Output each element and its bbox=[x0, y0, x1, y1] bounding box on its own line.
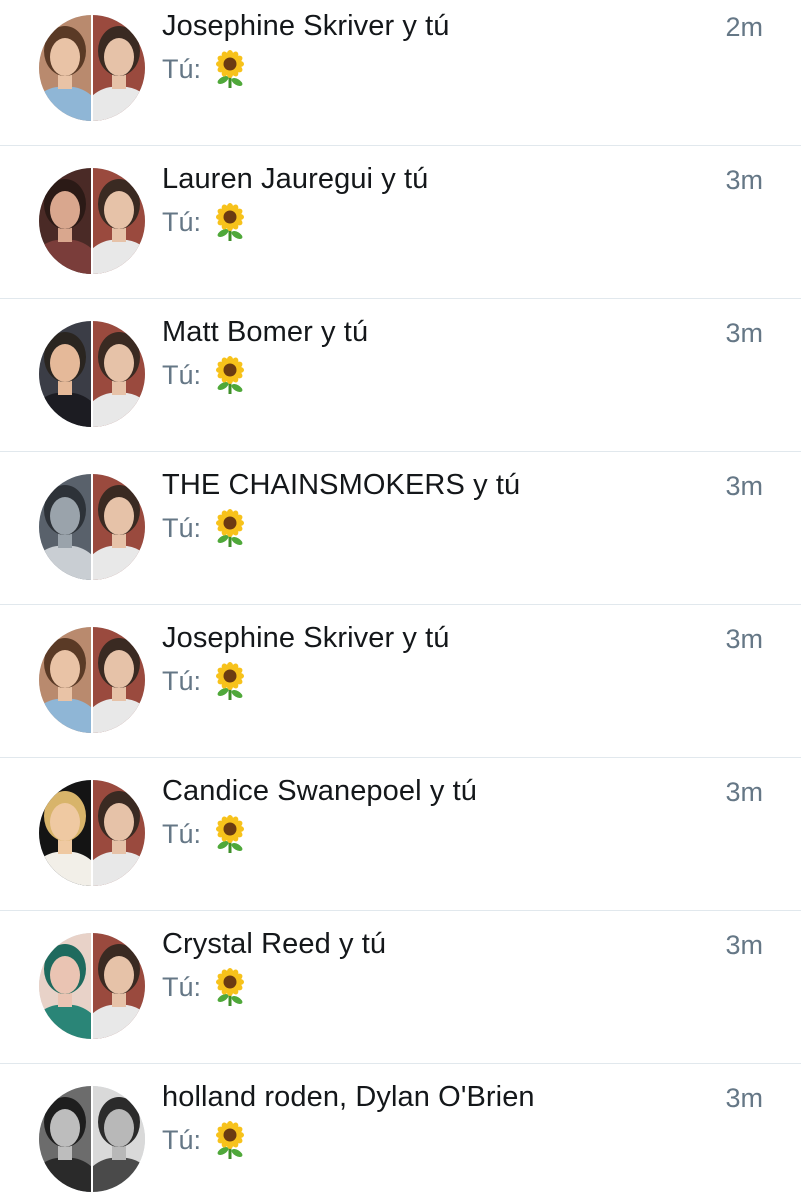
sunflower-icon bbox=[213, 968, 247, 1006]
conversation-title: Candice Swanepoel y tú bbox=[162, 775, 477, 807]
message-sender: Tú: bbox=[162, 359, 202, 390]
message-sender: Tú: bbox=[162, 53, 202, 84]
conversation-title: Matt Bomer y tú bbox=[162, 316, 369, 348]
conversation-title: Josephine Skriver y tú bbox=[162, 622, 450, 654]
message-preview: Tú: bbox=[162, 662, 247, 700]
conversation-title: THE CHAINSMOKERS y tú bbox=[162, 469, 521, 501]
avatar-divider bbox=[91, 933, 93, 1039]
own-avatar bbox=[93, 168, 145, 274]
sunflower-icon bbox=[213, 1121, 247, 1159]
own-avatar bbox=[93, 933, 145, 1039]
participant-avatar bbox=[39, 933, 91, 1039]
conversation-list: Josephine Skriver y tú 2m Tú: Lauren Jaureg… bbox=[0, 0, 801, 1200]
message-sender: Tú: bbox=[162, 206, 202, 237]
avatar-divider bbox=[91, 321, 93, 427]
timestamp: 3m bbox=[725, 318, 763, 348]
sunflower-icon bbox=[213, 50, 247, 88]
participant-avatar bbox=[39, 474, 91, 580]
participant-avatar bbox=[39, 321, 91, 427]
participant-avatar bbox=[39, 627, 91, 733]
message-preview: Tú: bbox=[162, 815, 247, 853]
group-avatar[interactable] bbox=[39, 933, 145, 1039]
conversation-row[interactable]: THE CHAINSMOKERS y tú 3m Tú: bbox=[0, 452, 801, 605]
group-avatar[interactable] bbox=[39, 321, 145, 427]
group-avatar[interactable] bbox=[39, 627, 145, 733]
own-avatar bbox=[93, 321, 145, 427]
conversation-row[interactable]: Josephine Skriver y tú 2m Tú: bbox=[0, 0, 801, 146]
avatar-divider bbox=[91, 15, 93, 121]
conversation-title: Josephine Skriver y tú bbox=[162, 10, 450, 42]
conversation-row[interactable]: Matt Bomer y tú 3m Tú: bbox=[0, 299, 801, 452]
avatar-divider bbox=[91, 474, 93, 580]
avatar-divider bbox=[91, 780, 93, 886]
conversation-row[interactable]: Josephine Skriver y tú 3m Tú: bbox=[0, 605, 801, 758]
conversation-row[interactable]: Crystal Reed y tú 3m Tú: bbox=[0, 911, 801, 1064]
conversation-title: Crystal Reed y tú bbox=[162, 928, 387, 960]
own-avatar bbox=[93, 474, 145, 580]
sunflower-icon bbox=[213, 356, 247, 394]
conversation-row[interactable]: holland roden, Dylan O'Brien 3m Tú: bbox=[0, 1064, 801, 1200]
sunflower-icon bbox=[213, 662, 247, 700]
sunflower-icon bbox=[213, 815, 247, 853]
group-avatar[interactable] bbox=[39, 474, 145, 580]
message-sender: Tú: bbox=[162, 1124, 202, 1155]
avatar-divider bbox=[91, 627, 93, 733]
timestamp: 3m bbox=[725, 1083, 763, 1113]
timestamp: 3m bbox=[725, 624, 763, 654]
message-preview: Tú: bbox=[162, 356, 247, 394]
own-avatar bbox=[93, 780, 145, 886]
timestamp: 3m bbox=[725, 165, 763, 195]
own-avatar bbox=[93, 627, 145, 733]
message-preview: Tú: bbox=[162, 968, 247, 1006]
message-preview: Tú: bbox=[162, 1121, 247, 1159]
timestamp: 3m bbox=[725, 777, 763, 807]
message-sender: Tú: bbox=[162, 665, 202, 696]
own-avatar bbox=[93, 1086, 145, 1192]
message-sender: Tú: bbox=[162, 512, 202, 543]
avatar-divider bbox=[91, 168, 93, 274]
message-preview: Tú: bbox=[162, 509, 247, 547]
participant-avatar bbox=[39, 15, 91, 121]
participant-avatar bbox=[39, 1086, 91, 1192]
avatar-divider bbox=[91, 1086, 93, 1192]
sunflower-icon bbox=[213, 203, 247, 241]
conversation-row[interactable]: Lauren Jauregui y tú 3m Tú: bbox=[0, 146, 801, 299]
timestamp: 3m bbox=[725, 930, 763, 960]
message-sender: Tú: bbox=[162, 971, 202, 1002]
group-avatar[interactable] bbox=[39, 15, 145, 121]
conversation-title: Lauren Jauregui y tú bbox=[162, 163, 429, 195]
conversation-row[interactable]: Candice Swanepoel y tú 3m Tú: bbox=[0, 758, 801, 911]
participant-avatar bbox=[39, 780, 91, 886]
message-preview: Tú: bbox=[162, 203, 247, 241]
timestamp: 3m bbox=[725, 471, 763, 501]
group-avatar[interactable] bbox=[39, 168, 145, 274]
group-avatar[interactable] bbox=[39, 780, 145, 886]
timestamp: 2m bbox=[725, 12, 763, 42]
sunflower-icon bbox=[213, 509, 247, 547]
conversation-title: holland roden, Dylan O'Brien bbox=[162, 1081, 535, 1113]
message-preview: Tú: bbox=[162, 50, 247, 88]
participant-avatar bbox=[39, 168, 91, 274]
group-avatar[interactable] bbox=[39, 1086, 145, 1192]
message-sender: Tú: bbox=[162, 818, 202, 849]
own-avatar bbox=[93, 15, 145, 121]
